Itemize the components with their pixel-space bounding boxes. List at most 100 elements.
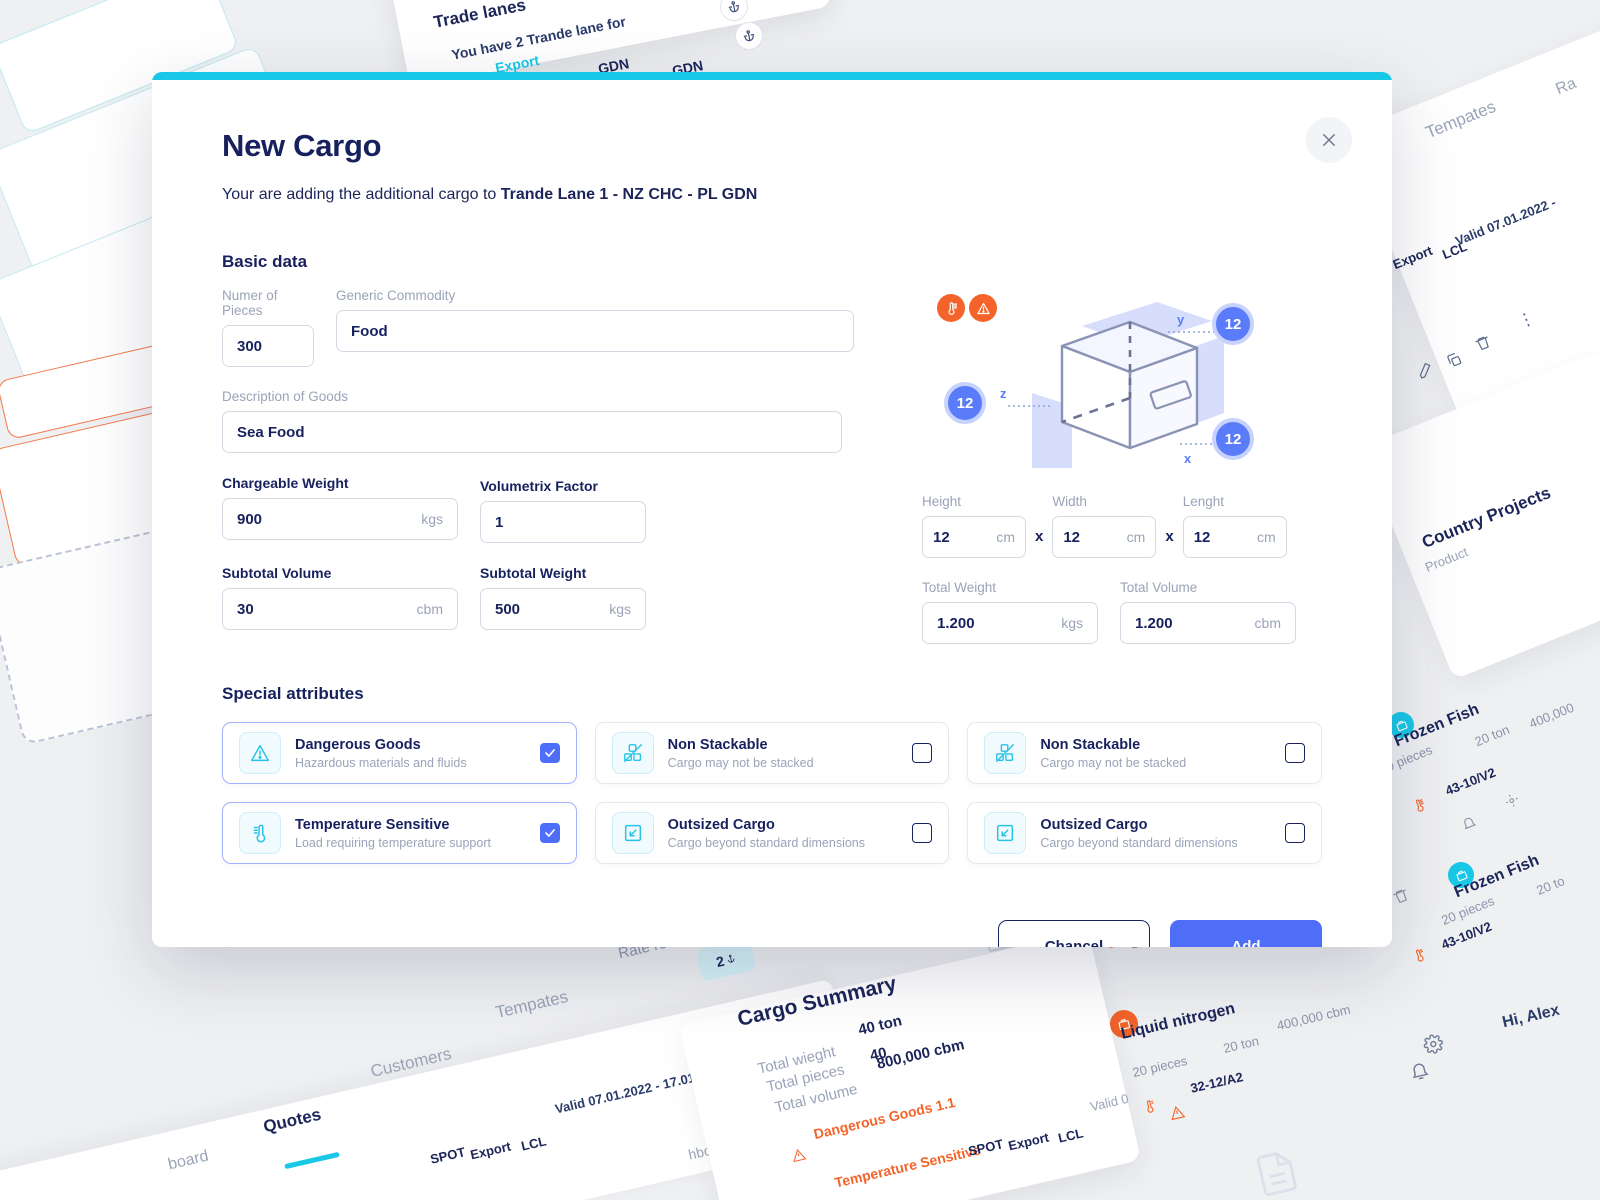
label-subtotal-weight: Subtotal Weight bbox=[480, 565, 646, 581]
special-attribute-desc: Load requiring temperature support bbox=[295, 836, 526, 850]
bg-cargo-code-3: 32-12/A2 bbox=[1189, 1069, 1244, 1096]
number-of-pieces-input[interactable]: 300 bbox=[222, 325, 314, 367]
special-attribute-checkbox[interactable] bbox=[912, 743, 932, 763]
special-attribute-card[interactable]: Non Stackable Cargo may not be stacked bbox=[967, 722, 1322, 784]
subtotal-weight-input[interactable]: 500 kgs bbox=[480, 588, 646, 630]
special-attribute-title: Temperature Sensitive bbox=[295, 817, 526, 833]
special-attribute-checkbox[interactable] bbox=[540, 823, 560, 843]
special-attributes-grid: Dangerous Goods Hazardous materials and f… bbox=[222, 722, 1322, 864]
special-attribute-checkbox[interactable] bbox=[1285, 823, 1305, 843]
axis-label-y: y bbox=[1177, 312, 1184, 327]
axis-label-z: z bbox=[1000, 386, 1007, 401]
description-of-goods-value: Sea Food bbox=[237, 424, 305, 441]
special-attribute-checkbox[interactable] bbox=[1285, 743, 1305, 763]
number-of-pieces-value: 300 bbox=[237, 338, 262, 355]
special-attribute-desc: Cargo may not be stacked bbox=[1040, 756, 1271, 770]
app-screenshot: Trade lanes You have 2 Trande lane for E… bbox=[0, 0, 1600, 1200]
special-attribute-title: Outsized Cargo bbox=[1040, 817, 1271, 833]
total-weight-value: 1.200 bbox=[937, 615, 975, 632]
thermometer-icon bbox=[239, 812, 281, 854]
outsized-icon bbox=[984, 812, 1026, 854]
thermometer-icon bbox=[1409, 946, 1430, 969]
subtotal-weight-unit: kgs bbox=[609, 601, 631, 617]
modal-subtitle-lane: Trande Lane 1 - NZ CHC - PL GDN bbox=[501, 186, 758, 203]
special-attribute-text: Outsized Cargo Cargo beyond standard dime… bbox=[668, 817, 899, 850]
new-cargo-modal: New Cargo Your are adding the additional… bbox=[152, 72, 1392, 947]
add-button[interactable]: Add bbox=[1170, 920, 1322, 947]
width-input[interactable]: 12 cm bbox=[1052, 516, 1156, 558]
bg-cargo-volume-1: 400,000 bbox=[1527, 700, 1576, 732]
special-attribute-desc: Cargo beyond standard dimensions bbox=[1040, 836, 1271, 850]
special-attribute-card[interactable]: Dangerous Goods Hazardous materials and f… bbox=[222, 722, 577, 784]
trash-icon[interactable] bbox=[1391, 886, 1414, 911]
volumetrix-factor-value: 1 bbox=[495, 514, 503, 531]
cancel-button[interactable]: Chancel bbox=[998, 920, 1150, 947]
bg-cargo-code-1: 43-10/V2 bbox=[1443, 765, 1498, 799]
total-weight-input[interactable]: 1.200 kgs bbox=[922, 602, 1098, 644]
thermometer-icon bbox=[1140, 1098, 1159, 1120]
edit-pen-icon[interactable] bbox=[1415, 360, 1438, 385]
generic-commodity-value: Food bbox=[351, 323, 388, 340]
subtotal-volume-unit: cbm bbox=[417, 601, 443, 617]
total-volume-input[interactable]: 1.200 cbm bbox=[1120, 602, 1296, 644]
special-attribute-desc: Hazardous materials and fluids bbox=[295, 756, 526, 770]
special-attribute-card[interactable]: Non StackableCargo may not be stacked bbox=[595, 722, 950, 784]
bg-tab-tempates-2[interactable]: Tempates bbox=[494, 987, 570, 1023]
anchor-icon[interactable] bbox=[733, 20, 766, 53]
total-volume-unit: cbm bbox=[1255, 615, 1281, 631]
special-attribute-text: Temperature Sensitive Load requiring temp… bbox=[295, 817, 526, 850]
special-attribute-text: Dangerous Goods Hazardous materials and f… bbox=[295, 737, 526, 770]
height-unit: cm bbox=[996, 529, 1015, 545]
total-weight-unit: kgs bbox=[1061, 615, 1083, 631]
chargeable-weight-input[interactable]: 900 kgs bbox=[222, 498, 458, 540]
special-attribute-desc: Cargo beyond standard dimensions bbox=[668, 836, 899, 850]
volumetrix-factor-input[interactable]: 1 bbox=[480, 501, 646, 543]
modal-footer: Chancel Add bbox=[222, 920, 1322, 947]
width-field: Width 12 cm bbox=[1052, 494, 1156, 558]
modal-subtitle: Your are adding the additional cargo to … bbox=[222, 186, 1322, 204]
non-stackable-icon bbox=[612, 732, 654, 774]
bg-cargo-volume-3: 400,000 cbm bbox=[1275, 1002, 1352, 1034]
page-title: New Cargo bbox=[222, 128, 1322, 164]
document-icon bbox=[1249, 1146, 1307, 1200]
length-input[interactable]: 12 cm bbox=[1183, 516, 1287, 558]
special-attribute-text: Non StackableCargo may not be stacked bbox=[668, 737, 899, 770]
bell-icon bbox=[1459, 813, 1480, 836]
label-total-volume: Total Volume bbox=[1120, 580, 1296, 595]
width-unit: cm bbox=[1127, 529, 1146, 545]
special-attribute-title: Dangerous Goods bbox=[295, 737, 526, 753]
warning-triangle-icon bbox=[1168, 1104, 1187, 1126]
multiply-symbol-2: x bbox=[1165, 528, 1173, 545]
special-attribute-title: Outsized Cargo bbox=[668, 817, 899, 833]
generic-commodity-input[interactable]: Food bbox=[336, 310, 854, 352]
special-attribute-card[interactable]: Outsized Cargo Cargo beyond standard dime… bbox=[967, 802, 1322, 864]
special-attribute-card[interactable]: Outsized Cargo Cargo beyond standard dime… bbox=[595, 802, 950, 864]
label-width: Width bbox=[1052, 494, 1156, 509]
bell-icon[interactable] bbox=[1407, 1058, 1432, 1088]
label-length: Lenght bbox=[1183, 494, 1287, 509]
thermometer-icon bbox=[1409, 796, 1430, 819]
label-generic-commodity: Generic Commodity bbox=[336, 288, 854, 303]
special-attribute-card[interactable]: Temperature Sensitive Load requiring temp… bbox=[222, 802, 577, 864]
label-total-weight: Total Weight bbox=[922, 580, 1098, 595]
warning-triangle-icon bbox=[239, 732, 281, 774]
modal-accent-bar bbox=[152, 72, 1392, 80]
subtotal-volume-input[interactable]: 30 cbm bbox=[222, 588, 458, 630]
bg-user-greeting[interactable]: Hi, Alex bbox=[1501, 1002, 1562, 1033]
special-attribute-title: Non Stackable bbox=[1040, 737, 1271, 753]
height-input[interactable]: 12 cm bbox=[922, 516, 1026, 558]
special-attribute-checkbox[interactable] bbox=[912, 823, 932, 843]
label-number-of-pieces: Numer of Pieces bbox=[222, 288, 314, 318]
cargo-box-illustration: y z x 12 12 12 bbox=[922, 288, 1322, 468]
label-description-of-goods: Description of Goods bbox=[222, 389, 842, 404]
label-subtotal-volume: Subtotal Volume bbox=[222, 565, 458, 581]
description-of-goods-input[interactable]: Sea Food bbox=[222, 411, 842, 453]
dimensions-column: y z x 12 12 12 bbox=[854, 288, 1322, 644]
dimension-badge-x: 12 bbox=[1212, 418, 1254, 460]
section-title-special-attributes: Special attributes bbox=[222, 684, 1322, 704]
axis-label-x: x bbox=[1184, 451, 1191, 466]
length-value: 12 bbox=[1194, 529, 1211, 546]
non-stackable-icon bbox=[984, 732, 1026, 774]
dimension-badge-z: 12 bbox=[944, 382, 986, 424]
special-attribute-checkbox[interactable] bbox=[540, 743, 560, 763]
